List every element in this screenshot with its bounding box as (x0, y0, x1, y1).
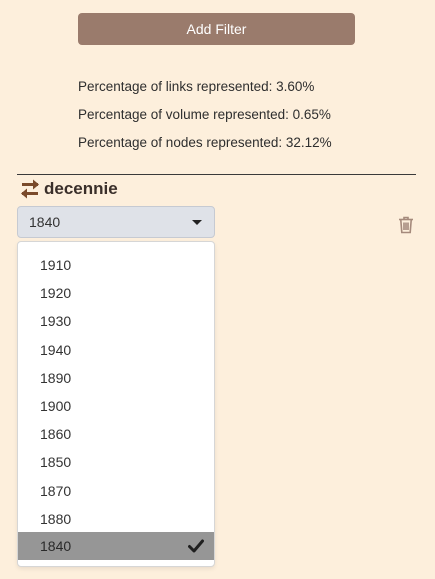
option-1840-selected[interactable]: 1840 (18, 532, 214, 560)
add-filter-button[interactable]: Add Filter (78, 13, 355, 45)
option-1900[interactable]: 1900 (18, 392, 214, 420)
option-1920[interactable]: 1920 (18, 279, 214, 307)
option-label: 1840 (40, 538, 72, 554)
option-1850[interactable]: 1850 (18, 448, 214, 476)
swap-arrows-icon[interactable] (19, 178, 41, 200)
links-percentage: Percentage of links represented: 3.60% (78, 79, 315, 94)
decennie-dropdown-list: 1910 1920 1930 1940 1890 1900 1860 1850 … (17, 241, 215, 567)
option-1880[interactable]: 1880 (18, 505, 214, 533)
section-divider (17, 174, 416, 175)
filter-field-name: decennie (44, 179, 118, 198)
volume-percentage: Percentage of volume represented: 0.65% (78, 107, 331, 122)
checkmark-icon (188, 539, 204, 553)
filter-header: decennie (19, 177, 118, 201)
option-1910[interactable]: 1910 (18, 251, 214, 279)
option-1860[interactable]: 1860 (18, 420, 214, 448)
option-1940[interactable]: 1940 (18, 336, 214, 364)
caret-down-icon (192, 220, 202, 225)
nodes-percentage: Percentage of nodes represented: 32.12% (78, 135, 332, 150)
option-1930[interactable]: 1930 (18, 307, 214, 335)
trash-icon[interactable] (398, 216, 414, 234)
option-1870[interactable]: 1870 (18, 477, 214, 505)
option-1890[interactable]: 1890 (18, 364, 214, 392)
decennie-select[interactable]: 1840 (17, 206, 215, 238)
select-value: 1840 (29, 214, 61, 230)
